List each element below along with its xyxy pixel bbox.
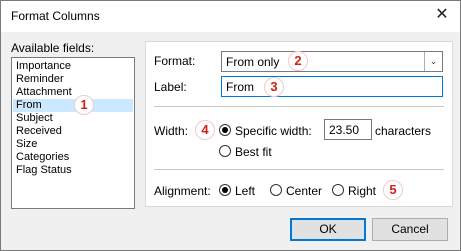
- list-item-categories[interactable]: Categories: [13, 151, 133, 164]
- list-item-subject[interactable]: Subject: [13, 112, 133, 125]
- step-badge-2: 2: [288, 51, 308, 71]
- label-field-label: Label:: [154, 80, 187, 94]
- alignment-label: Alignment:: [154, 184, 211, 198]
- cancel-button[interactable]: Cancel: [372, 218, 448, 241]
- separator: [154, 169, 444, 170]
- label-input-value: From: [226, 80, 254, 94]
- separator: [154, 106, 444, 107]
- best-fit-radio[interactable]: [219, 145, 231, 157]
- available-fields-label: Available fields:: [11, 41, 95, 55]
- field-properties-panel: Format: From only ⌄ 2 Label: From 3 Widt…: [145, 41, 453, 207]
- step-badge-3: 3: [264, 77, 284, 97]
- dialog-title: Format Columns: [11, 9, 100, 23]
- align-right-label[interactable]: Right: [348, 184, 376, 198]
- width-units-label: characters: [375, 124, 432, 138]
- align-left-label[interactable]: Left: [235, 184, 255, 198]
- align-right-radio[interactable]: [332, 184, 344, 196]
- format-dropdown[interactable]: From only ⌄: [221, 51, 443, 72]
- align-left-radio[interactable]: [219, 184, 231, 196]
- align-center-label[interactable]: Center: [286, 184, 322, 198]
- format-columns-dialog: Format Columns ✕ Available fields: Impor…: [0, 0, 461, 251]
- step-badge-4: 4: [195, 120, 215, 140]
- width-input[interactable]: 23.50: [324, 119, 372, 140]
- list-item-attachment[interactable]: Attachment: [13, 86, 133, 99]
- list-item-flag-status[interactable]: Flag Status: [13, 164, 133, 177]
- format-value: From only: [226, 55, 280, 69]
- best-fit-label[interactable]: Best fit: [235, 145, 272, 159]
- specific-width-radio[interactable]: [219, 124, 231, 136]
- label-input[interactable]: From: [221, 76, 443, 97]
- step-badge-5: 5: [383, 180, 403, 200]
- close-icon[interactable]: ✕: [432, 5, 452, 25]
- chevron-down-icon[interactable]: ⌄: [424, 52, 442, 71]
- list-item-importance[interactable]: Importance: [13, 60, 133, 73]
- width-input-value: 23.50: [329, 123, 360, 137]
- available-fields-list[interactable]: Importance Reminder Attachment From Subj…: [11, 57, 135, 209]
- list-item-size[interactable]: Size: [13, 138, 133, 151]
- ok-button[interactable]: OK: [290, 218, 366, 241]
- step-badge-1: 1: [74, 95, 94, 115]
- align-center-radio[interactable]: [270, 184, 282, 196]
- list-item-received[interactable]: Received: [13, 125, 133, 138]
- specific-width-label[interactable]: Specific width:: [235, 124, 312, 138]
- list-item-reminder[interactable]: Reminder: [13, 73, 133, 86]
- format-label: Format:: [154, 54, 196, 68]
- title-bar: Format Columns ✕: [1, 1, 460, 32]
- list-item-from[interactable]: From: [13, 99, 133, 112]
- width-label: Width:: [154, 124, 189, 138]
